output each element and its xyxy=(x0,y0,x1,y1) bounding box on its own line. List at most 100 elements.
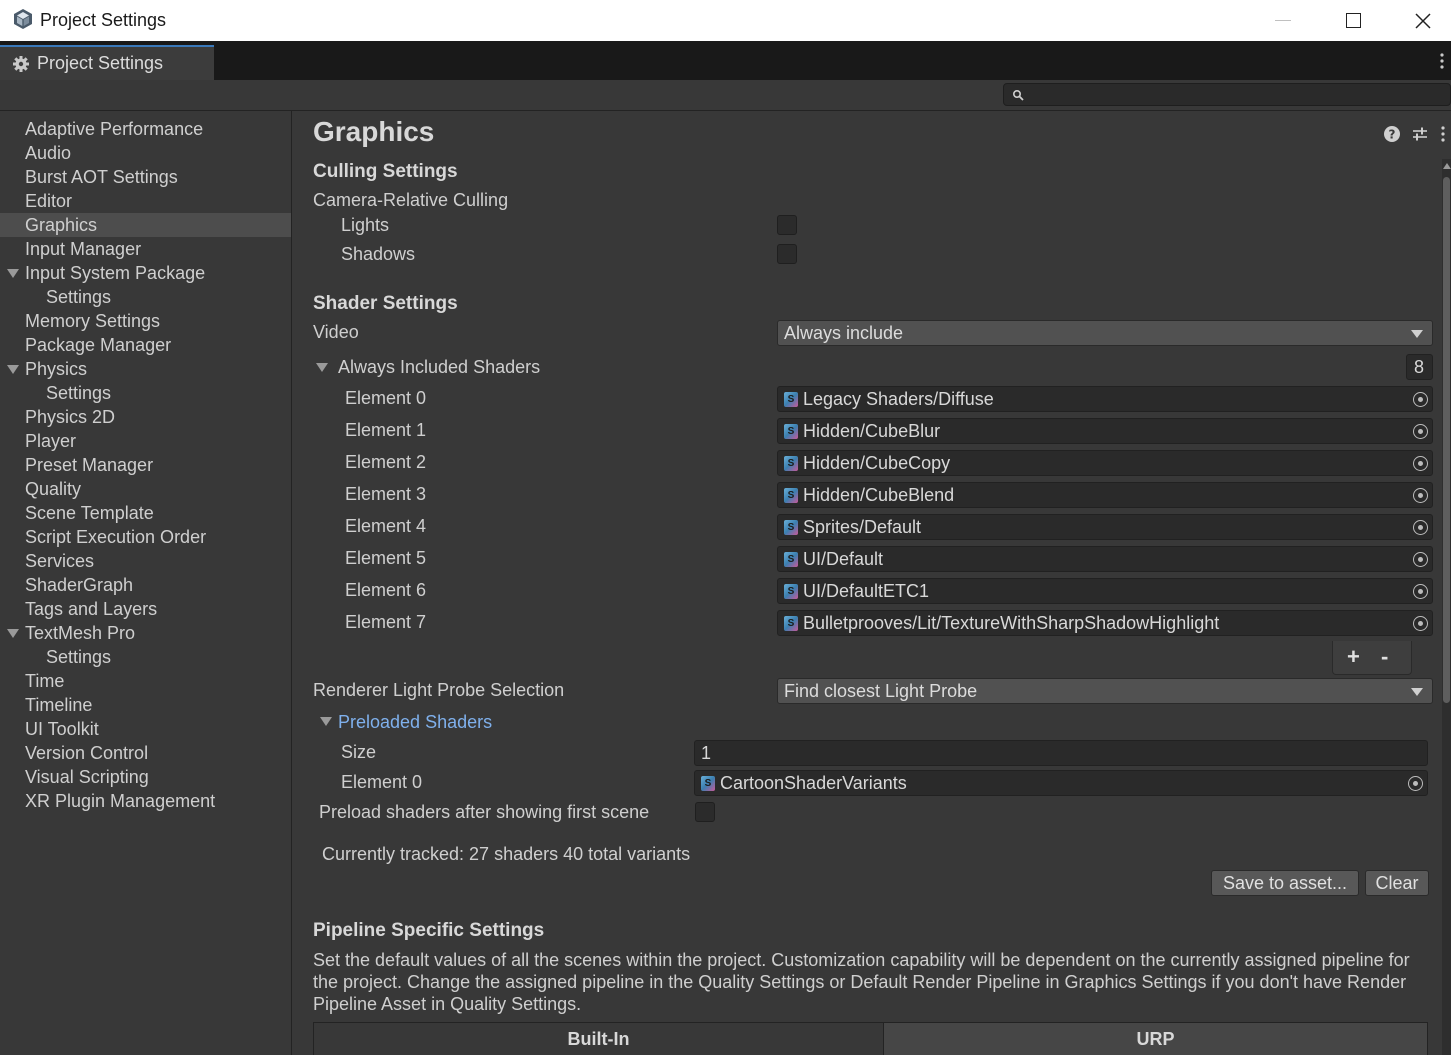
sidebar-item-adaptive-performance[interactable]: Adaptive Performance xyxy=(0,117,291,141)
scrollbar-thumb[interactable] xyxy=(1443,177,1450,703)
scroll-up-icon[interactable] xyxy=(1443,163,1451,169)
sidebar-item-scene-template[interactable]: Scene Template xyxy=(0,501,291,525)
sidebar-item-time[interactable]: Time xyxy=(0,669,291,693)
shadows-checkbox[interactable] xyxy=(777,244,797,264)
object-picker-icon[interactable] xyxy=(1413,584,1428,599)
object-picker-icon[interactable] xyxy=(1413,456,1428,471)
shader-icon: S xyxy=(784,488,798,503)
sidebar-item-textmesh-pro[interactable]: TextMesh Pro xyxy=(0,621,291,645)
sidebar-item-physics-settings[interactable]: Settings xyxy=(0,381,291,405)
clear-button[interactable]: Clear xyxy=(1365,870,1429,896)
shader-icon: S xyxy=(784,392,798,407)
sidebar-item-physics-2d[interactable]: Physics 2D xyxy=(0,405,291,429)
sidebar-item-editor[interactable]: Editor xyxy=(0,189,291,213)
maximize-button[interactable] xyxy=(1330,0,1376,41)
shadows-label: Shadows xyxy=(341,244,416,264)
tab-urp[interactable]: URP xyxy=(884,1023,1427,1055)
sidebar-item-memory-settings[interactable]: Memory Settings xyxy=(0,309,291,333)
sidebar-item-xr-plugin-management[interactable]: XR Plugin Management xyxy=(0,789,291,813)
sidebar-item-burst-aot-settings[interactable]: Burst AOT Settings xyxy=(0,165,291,189)
tab-project-settings[interactable]: Project Settings xyxy=(0,45,214,80)
expand-arrow-icon[interactable] xyxy=(7,629,19,638)
pipeline-specific-header: Pipeline Specific Settings xyxy=(313,920,545,941)
shader-icon: S xyxy=(784,424,798,439)
size-field[interactable]: 1 xyxy=(694,740,1428,766)
tab-built-in[interactable]: Built-In xyxy=(314,1023,884,1055)
sidebar-item-visual-scripting[interactable]: Visual Scripting xyxy=(0,765,291,789)
tracked-shaders-status: Currently tracked: 27 shaders 40 total v… xyxy=(322,844,691,864)
close-button[interactable] xyxy=(1400,0,1446,41)
sidebar-item-textmesh-settings[interactable]: Settings xyxy=(0,645,291,669)
object-picker-icon[interactable] xyxy=(1413,392,1428,407)
shader-object-field[interactable]: S UI/Default xyxy=(777,546,1433,572)
size-label: Size xyxy=(341,742,377,762)
video-dropdown[interactable]: Always include xyxy=(777,320,1433,346)
sidebar-item-script-execution-order[interactable]: Script Execution Order xyxy=(0,525,291,549)
camera-relative-culling-label: Camera-Relative Culling xyxy=(313,190,509,210)
shader-object-field[interactable]: S Legacy Shaders/Diffuse xyxy=(777,386,1433,412)
sidebar-item-physics[interactable]: Physics xyxy=(0,357,291,381)
gear-icon xyxy=(13,55,29,72)
sidebar-item-ui-toolkit[interactable]: UI Toolkit xyxy=(0,717,291,741)
preload-after-first-scene-checkbox[interactable] xyxy=(695,802,715,822)
shader-object-field[interactable]: S Hidden/CubeCopy xyxy=(777,450,1433,476)
expand-arrow-icon[interactable] xyxy=(7,269,19,278)
save-to-asset-button[interactable]: Save to asset... xyxy=(1211,870,1359,896)
sidebar-item-input-manager[interactable]: Input Manager xyxy=(0,237,291,261)
light-probe-dropdown[interactable]: Find closest Light Probe xyxy=(777,678,1433,704)
minimize-button[interactable] xyxy=(1260,0,1306,41)
search-icon xyxy=(1012,89,1024,101)
more-options-icon[interactable] xyxy=(1439,51,1445,71)
object-picker-icon[interactable] xyxy=(1413,424,1428,439)
shader-object-field[interactable]: S UI/DefaultETC1 xyxy=(777,578,1433,604)
tab-label: Project Settings xyxy=(37,53,164,73)
sidebar-item-input-system-package[interactable]: Input System Package xyxy=(0,261,291,285)
preset-sliders-icon[interactable] xyxy=(1411,125,1429,143)
shader-variants-icon: S xyxy=(701,776,715,791)
sidebar-item-audio[interactable]: Audio xyxy=(0,141,291,165)
context-menu-icon[interactable] xyxy=(1439,125,1447,143)
always-included-shaders-label[interactable]: Always Included Shaders xyxy=(338,357,540,378)
sidebar-item-package-manager[interactable]: Package Manager xyxy=(0,333,291,357)
expand-arrow-icon[interactable] xyxy=(316,363,328,372)
shader-object-field[interactable]: S Sprites/Default xyxy=(777,514,1433,540)
sidebar-item-services[interactable]: Services xyxy=(0,549,291,573)
expand-arrow-icon[interactable] xyxy=(320,717,332,726)
sidebar-item-player[interactable]: Player xyxy=(0,429,291,453)
preloaded-shaders-label[interactable]: Preloaded Shaders xyxy=(338,712,492,733)
sidebar-item-shadergraph[interactable]: ShaderGraph xyxy=(0,573,291,597)
shader-icon: S xyxy=(784,520,798,535)
light-probe-label: Renderer Light Probe Selection xyxy=(313,680,565,700)
pipeline-description: Set the default values of all the scenes… xyxy=(313,950,1410,1014)
shader-icon: S xyxy=(784,616,798,631)
object-picker-icon[interactable] xyxy=(1408,776,1423,791)
object-picker-icon[interactable] xyxy=(1413,616,1428,631)
object-picker-icon[interactable] xyxy=(1413,488,1428,503)
list-add-remove-footer: + - xyxy=(1332,641,1412,675)
element-label: Element 2 xyxy=(345,452,427,472)
shader-object-field[interactable]: S Hidden/CubeBlend xyxy=(777,482,1433,508)
sidebar-item-quality[interactable]: Quality xyxy=(0,477,291,501)
search-input[interactable] xyxy=(1003,83,1451,106)
sidebar-item-tags-and-layers[interactable]: Tags and Layers xyxy=(0,597,291,621)
shader-variant-collection-field[interactable]: S CartoonShaderVariants xyxy=(694,770,1428,796)
shader-object-field[interactable]: S Bulletprooves/Lit/TextureWithSharpShado… xyxy=(777,610,1433,636)
object-picker-icon[interactable] xyxy=(1413,552,1428,567)
sidebar-item-graphics[interactable]: Graphics xyxy=(0,213,291,237)
sidebar-item-version-control[interactable]: Version Control xyxy=(0,741,291,765)
unity-logo-icon xyxy=(14,9,32,29)
object-picker-icon[interactable] xyxy=(1413,520,1428,535)
vertical-scrollbar[interactable] xyxy=(1442,159,1451,1055)
expand-arrow-icon[interactable] xyxy=(7,365,19,374)
sidebar-item-timeline[interactable]: Timeline xyxy=(0,693,291,717)
element-label: Element 6 xyxy=(345,580,427,600)
shader-object-field[interactable]: S Hidden/CubeBlur xyxy=(777,418,1433,444)
sidebar-item-preset-manager[interactable]: Preset Manager xyxy=(0,453,291,477)
add-element-button[interactable]: + xyxy=(1347,644,1360,670)
remove-element-button[interactable]: - xyxy=(1381,644,1388,670)
sidebar-item-input-system-settings[interactable]: Settings xyxy=(0,285,291,309)
array-size-field[interactable]: 8 xyxy=(1406,354,1433,380)
help-icon[interactable]: ? xyxy=(1383,125,1401,143)
lights-checkbox[interactable] xyxy=(777,215,797,235)
minimize-icon xyxy=(1275,20,1291,21)
